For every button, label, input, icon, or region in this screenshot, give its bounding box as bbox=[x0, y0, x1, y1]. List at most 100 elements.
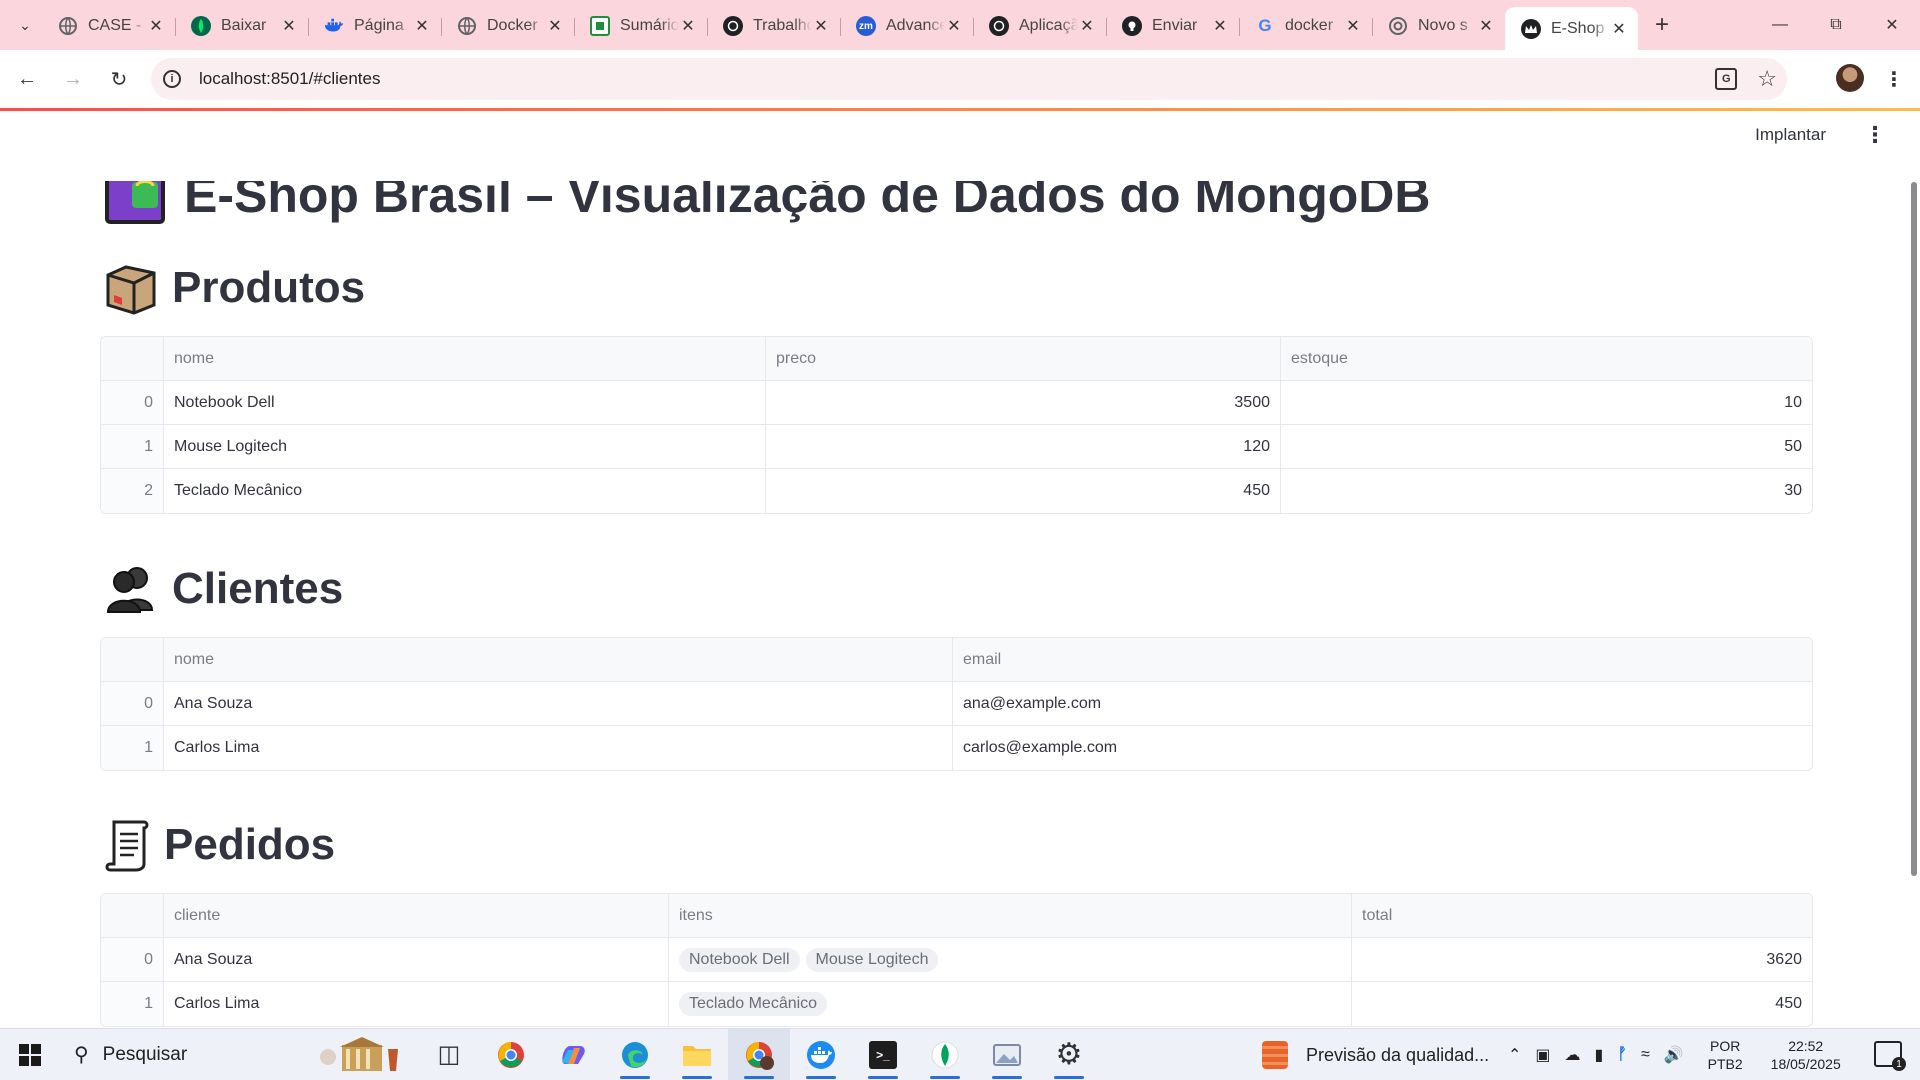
taskbar-photos[interactable] bbox=[976, 1029, 1038, 1080]
wifi-icon[interactable]: ≈ bbox=[1641, 1046, 1650, 1064]
browser-tab[interactable]: Aplicação ✕ bbox=[973, 7, 1106, 45]
browser-tab[interactable]: Baixar ✕ bbox=[175, 7, 308, 45]
table-row[interactable]: 0 Ana Souza ana@example.com bbox=[101, 682, 1812, 726]
clientes-table[interactable]: nome email 0 Ana Souza ana@example.com 1… bbox=[100, 637, 1813, 771]
site-info-icon[interactable]: i bbox=[163, 70, 181, 88]
column-header[interactable]: estoque bbox=[1281, 337, 1812, 380]
column-header[interactable]: nome bbox=[164, 337, 766, 380]
close-icon[interactable]: ✕ bbox=[679, 16, 697, 36]
taskbar-docker[interactable] bbox=[790, 1029, 852, 1080]
vertical-scrollbar[interactable] bbox=[1911, 182, 1917, 876]
close-icon[interactable]: ✕ bbox=[1610, 19, 1628, 39]
browser-tab[interactable]: zm Advanced ✕ bbox=[840, 7, 973, 45]
table-cell[interactable]: Ana Souza bbox=[164, 938, 669, 981]
table-row[interactable]: 0 Ana Souza Notebook Dell Mouse Logitech… bbox=[101, 938, 1812, 982]
app-menu-icon[interactable]: ⋮ bbox=[1860, 122, 1890, 148]
browser-tab[interactable]: G docker ✕ bbox=[1239, 7, 1372, 45]
table-cell[interactable]: Ana Souza bbox=[164, 682, 953, 725]
taskbar-search[interactable]: ⚲ Pesquisar bbox=[60, 1029, 418, 1080]
restore-button[interactable]: ⧉ bbox=[1808, 0, 1864, 50]
close-icon[interactable]: ✕ bbox=[812, 16, 830, 36]
table-cell[interactable]: ana@example.com bbox=[953, 682, 1812, 725]
table-cell[interactable]: Notebook Dell bbox=[164, 381, 766, 424]
table-cell[interactable]: Carlos Lima bbox=[164, 982, 669, 1026]
table-cell[interactable]: 50 bbox=[1281, 425, 1812, 468]
taskbar-copilot[interactable] bbox=[542, 1029, 604, 1080]
translate-icon[interactable]: G bbox=[1715, 68, 1738, 90]
input-language[interactable]: POR PTB2 bbox=[1708, 1037, 1743, 1073]
close-icon[interactable]: ✕ bbox=[546, 16, 564, 36]
table-cell[interactable]: carlos@example.com bbox=[953, 726, 1812, 770]
bookmark-star-icon[interactable]: ☆ bbox=[1757, 66, 1777, 92]
clock[interactable]: 22:52 18/05/2025 bbox=[1771, 1037, 1841, 1073]
table-cell[interactable]: 30 bbox=[1281, 469, 1812, 513]
browser-tab[interactable]: Novo s ✕ bbox=[1372, 7, 1505, 45]
close-icon[interactable]: ✕ bbox=[1344, 16, 1362, 36]
table-row[interactable]: 2 Teclado Mecânico 450 30 bbox=[101, 469, 1812, 513]
profile-avatar[interactable] bbox=[1836, 64, 1864, 92]
table-cell[interactable]: Carlos Lima bbox=[164, 726, 953, 770]
close-icon[interactable]: ✕ bbox=[1477, 16, 1495, 36]
table-cell-list[interactable]: Notebook Dell Mouse Logitech bbox=[669, 938, 1352, 981]
taskbar-mongodb-compass[interactable] bbox=[914, 1029, 976, 1080]
taskbar-widget[interactable]: Previsão da qualidad... bbox=[1262, 1029, 1489, 1080]
table-row[interactable]: 0 Notebook Dell 3500 10 bbox=[101, 381, 1812, 425]
taskbar-terminal[interactable]: >_ bbox=[852, 1029, 914, 1080]
taskbar-file-explorer[interactable] bbox=[666, 1029, 728, 1080]
column-header[interactable]: cliente bbox=[164, 894, 669, 937]
close-icon[interactable]: ✕ bbox=[1078, 16, 1096, 36]
close-icon[interactable]: ✕ bbox=[280, 16, 298, 36]
browser-tab[interactable]: Sumário ✕ bbox=[574, 7, 707, 45]
column-header[interactable]: itens bbox=[669, 894, 1352, 937]
taskbar-task-view[interactable]: ◫ bbox=[418, 1029, 480, 1080]
bluetooth-icon[interactable]: ᚡ bbox=[1617, 1046, 1627, 1064]
table-cell[interactable]: 120 bbox=[766, 425, 1281, 468]
table-cell-list[interactable]: Teclado Mecânico bbox=[669, 982, 1352, 1026]
column-header[interactable]: preco bbox=[766, 337, 1281, 380]
chevron-up-icon[interactable]: ⌃ bbox=[1508, 1045, 1521, 1065]
column-header[interactable]: total bbox=[1352, 894, 1812, 937]
browser-tab[interactable]: Trabalho ✕ bbox=[707, 7, 840, 45]
table-cell[interactable]: Teclado Mecânico bbox=[164, 469, 766, 513]
browser-tab[interactable]: Enviar ✕ bbox=[1106, 7, 1239, 45]
close-icon[interactable]: ✕ bbox=[413, 16, 431, 36]
onedrive-icon[interactable]: ☁ bbox=[1565, 1045, 1581, 1065]
new-tab-button[interactable]: + bbox=[1644, 7, 1680, 43]
forward-button[interactable]: → bbox=[54, 60, 92, 98]
table-cell[interactable]: 3500 bbox=[766, 381, 1281, 424]
close-icon[interactable]: ✕ bbox=[945, 16, 963, 36]
column-header[interactable]: nome bbox=[164, 638, 953, 681]
close-icon[interactable]: ✕ bbox=[147, 16, 165, 36]
minimize-button[interactable]: — bbox=[1752, 0, 1808, 50]
table-row[interactable]: 1 Mouse Logitech 120 50 bbox=[101, 425, 1812, 469]
taskbar-edge[interactable] bbox=[604, 1029, 666, 1080]
pedidos-table[interactable]: cliente itens total 0 Ana Souza Notebook… bbox=[100, 893, 1813, 1027]
taskbar-chrome-profile[interactable] bbox=[728, 1028, 790, 1080]
deploy-button[interactable]: Implantar bbox=[1755, 125, 1826, 145]
tab-search-button[interactable]: ⌄ bbox=[8, 8, 42, 42]
notification-center-icon[interactable]: 1 bbox=[1874, 1041, 1906, 1071]
battery-icon[interactable]: ▮ bbox=[1595, 1045, 1604, 1065]
column-header[interactable]: email bbox=[953, 638, 1812, 681]
volume-icon[interactable]: 🔊 bbox=[1664, 1045, 1684, 1065]
table-row[interactable]: 1 Carlos Lima Teclado Mecânico 450 bbox=[101, 982, 1812, 1026]
url-text[interactable]: localhost:8501/#clientes bbox=[199, 69, 380, 89]
close-window-button[interactable]: ✕ bbox=[1864, 0, 1920, 50]
table-cell[interactable]: 450 bbox=[1352, 982, 1812, 1026]
back-button[interactable]: ← bbox=[8, 60, 46, 98]
start-button[interactable] bbox=[0, 1029, 60, 1080]
table-cell[interactable]: 450 bbox=[766, 469, 1281, 513]
close-icon[interactable]: ✕ bbox=[1211, 16, 1229, 36]
produtos-table[interactable]: nome preco estoque 0 Notebook Dell 3500 … bbox=[100, 336, 1813, 514]
taskbar-settings[interactable]: ⚙ bbox=[1038, 1029, 1100, 1080]
meet-now-icon[interactable]: ▣ bbox=[1535, 1045, 1550, 1065]
browser-tab[interactable]: CASE - ✕ bbox=[42, 7, 175, 45]
browser-menu-icon[interactable]: ⋮ bbox=[1880, 62, 1908, 96]
table-cell[interactable]: 3620 bbox=[1352, 938, 1812, 981]
browser-tab[interactable]: Página ✕ bbox=[308, 7, 441, 45]
browser-tab-active[interactable]: E-Shop ✕ bbox=[1505, 7, 1638, 51]
taskbar-chrome[interactable] bbox=[480, 1029, 542, 1080]
reload-button[interactable]: ↻ bbox=[100, 60, 138, 98]
table-row[interactable]: 1 Carlos Lima carlos@example.com bbox=[101, 726, 1812, 770]
address-bar[interactable]: i localhost:8501/#clientes G ☆ bbox=[151, 58, 1787, 100]
